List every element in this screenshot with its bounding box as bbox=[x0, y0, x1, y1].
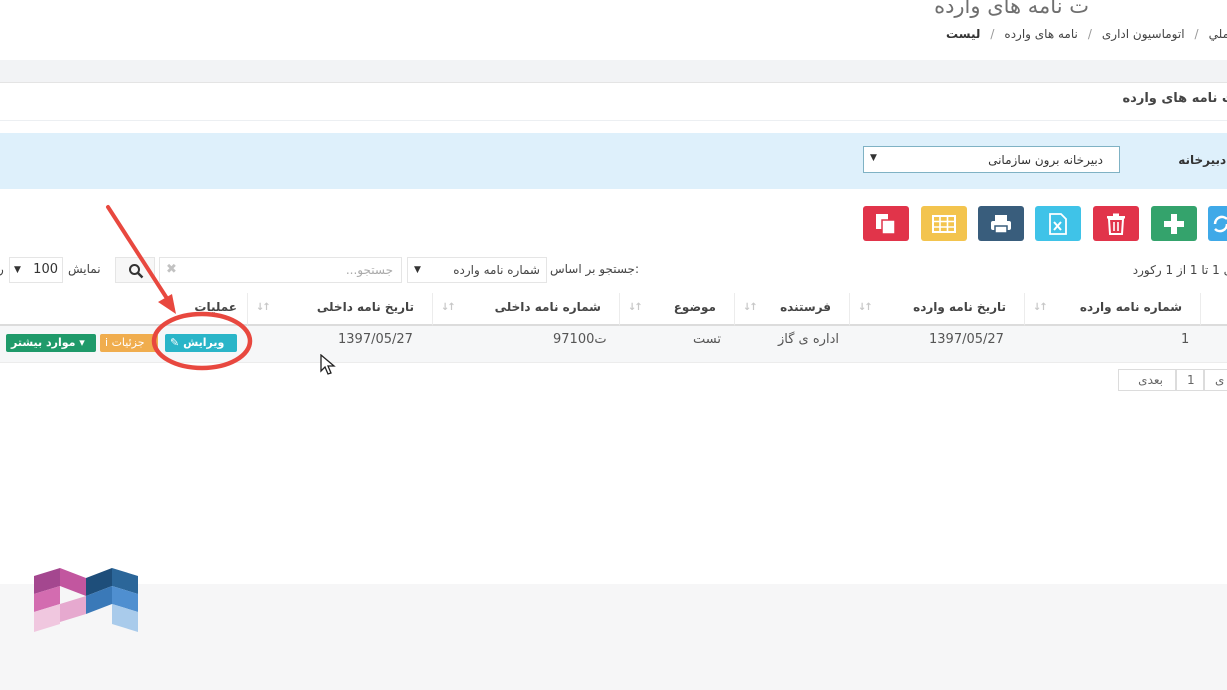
breadcrumb-separator: / bbox=[1194, 27, 1199, 41]
columns-button[interactable] bbox=[921, 206, 967, 241]
next-page-label: بعدی bbox=[1138, 373, 1163, 387]
previous-page-label: ی bbox=[1215, 373, 1225, 387]
column-header-label: تاریخ نامه وارده bbox=[913, 300, 1006, 314]
panel-divider bbox=[0, 120, 1227, 121]
more-options-label: موارد بیشتر bbox=[11, 336, 76, 349]
caret-down-icon: ▼ bbox=[870, 153, 877, 163]
copy-button[interactable] bbox=[863, 206, 909, 241]
breadcrumb-item[interactable]: ملي bbox=[1205, 27, 1227, 41]
secretariat-label: دبیرخانه: bbox=[1178, 153, 1227, 167]
page-1-button[interactable]: 1 bbox=[1176, 369, 1204, 391]
caret-down-icon: ▼ bbox=[14, 265, 21, 275]
add-button[interactable] bbox=[1151, 206, 1197, 241]
secretariat-select-value: دبیرخانه برون سازمانی bbox=[988, 153, 1103, 167]
sort-icon: ↓↑ bbox=[743, 302, 758, 313]
page-number: 1 bbox=[1187, 373, 1195, 387]
column-header-internal-number[interactable]: شماره نامه داخلی ↓↑ bbox=[433, 293, 620, 326]
cell-internal-date: 1397/05/27 bbox=[338, 332, 413, 347]
plus-icon bbox=[1164, 214, 1184, 234]
page-size-select[interactable]: 100 ▼ bbox=[9, 257, 63, 283]
cell-sender: اداره ی گاز bbox=[778, 332, 839, 347]
breadcrumb-current: لیست bbox=[946, 27, 981, 41]
more-options-button[interactable]: موارد بیشتر ▾ bbox=[6, 334, 96, 352]
breadcrumb-separator: / bbox=[990, 27, 995, 41]
print-icon bbox=[991, 215, 1011, 234]
excel-icon bbox=[1049, 213, 1067, 235]
brand-logo-icon bbox=[34, 568, 138, 632]
cell-incoming-number: 1 bbox=[1181, 332, 1190, 347]
column-header-label: فرستنده bbox=[780, 300, 831, 314]
column-header-label: شماره نامه داخلی bbox=[494, 300, 601, 314]
column-header-label: تاریخ نامه داخلی bbox=[316, 300, 414, 314]
column-header-internal-date[interactable]: تاریخ نامه داخلی ↓↑ bbox=[248, 293, 433, 326]
mouse-cursor-icon bbox=[320, 354, 336, 375]
caret-down-icon: ▾ bbox=[79, 336, 85, 349]
cell-subject: تست bbox=[693, 332, 721, 347]
sort-icon: ↓↑ bbox=[628, 302, 643, 313]
breadcrumb-separator: / bbox=[1087, 27, 1092, 41]
trash-icon bbox=[1107, 213, 1125, 235]
search-by-value: شماره نامه وارده bbox=[453, 263, 540, 277]
page-title: ت نامه های وارده bbox=[934, 0, 1089, 18]
secretariat-select[interactable]: دبیرخانه برون سازمانی ▼ bbox=[863, 146, 1120, 173]
records-info: ی 1 تا 1 از 1 رکورد bbox=[1132, 263, 1227, 277]
page-size-label: نمایش bbox=[68, 262, 101, 276]
search-by-select[interactable]: شماره نامه وارده ▼ bbox=[407, 257, 547, 283]
cell-internal-number: 97ت100 bbox=[553, 332, 607, 347]
page-size-suffix: ر bbox=[0, 262, 4, 276]
delete-button[interactable] bbox=[1093, 206, 1139, 241]
next-page-button[interactable]: بعدی bbox=[1118, 369, 1176, 391]
copy-icon bbox=[876, 214, 896, 235]
breadcrumb-item[interactable]: نامه های وارده bbox=[1000, 27, 1081, 41]
refresh-icon bbox=[1213, 215, 1227, 233]
search-by-label: جستجو بر اساس: bbox=[550, 262, 640, 276]
column-header-subject[interactable]: موضوع ↓↑ bbox=[620, 293, 735, 326]
table-icon bbox=[932, 215, 956, 233]
refresh-button[interactable] bbox=[1208, 206, 1227, 241]
panel-title: ت نامه های وارده bbox=[1122, 91, 1227, 106]
caret-down-icon: ▼ bbox=[414, 265, 421, 275]
column-header-label: موضوع bbox=[673, 300, 716, 314]
column-header-incoming-number[interactable]: شماره نامه وارده ↓↑ bbox=[1025, 293, 1201, 326]
column-header-incoming-date[interactable]: تاریخ نامه وارده ↓↑ bbox=[850, 293, 1025, 326]
annotation-arrow-icon bbox=[106, 205, 253, 371]
column-header-checkbox bbox=[1201, 293, 1227, 326]
cell-incoming-date: 1397/05/27 bbox=[929, 332, 1004, 347]
header-divider bbox=[0, 60, 1227, 83]
previous-page-button[interactable]: ی bbox=[1204, 369, 1227, 391]
page-size-value: 100 bbox=[33, 262, 58, 277]
print-button[interactable] bbox=[978, 206, 1024, 241]
sort-icon: ↓↑ bbox=[1033, 302, 1048, 313]
column-header-sender[interactable]: فرستنده ↓↑ bbox=[735, 293, 850, 326]
sort-icon: ↓↑ bbox=[441, 302, 456, 313]
breadcrumb-item[interactable]: اتوماسیون اداری bbox=[1098, 27, 1189, 41]
sort-icon: ↓↑ bbox=[858, 302, 873, 313]
excel-export-button[interactable] bbox=[1035, 206, 1081, 241]
breadcrumb: ملي / اتوماسیون اداری / نامه های وارده / لیست bbox=[942, 27, 1227, 41]
footer-area bbox=[0, 584, 1227, 690]
column-header-label: شماره نامه وارده bbox=[1079, 300, 1182, 314]
